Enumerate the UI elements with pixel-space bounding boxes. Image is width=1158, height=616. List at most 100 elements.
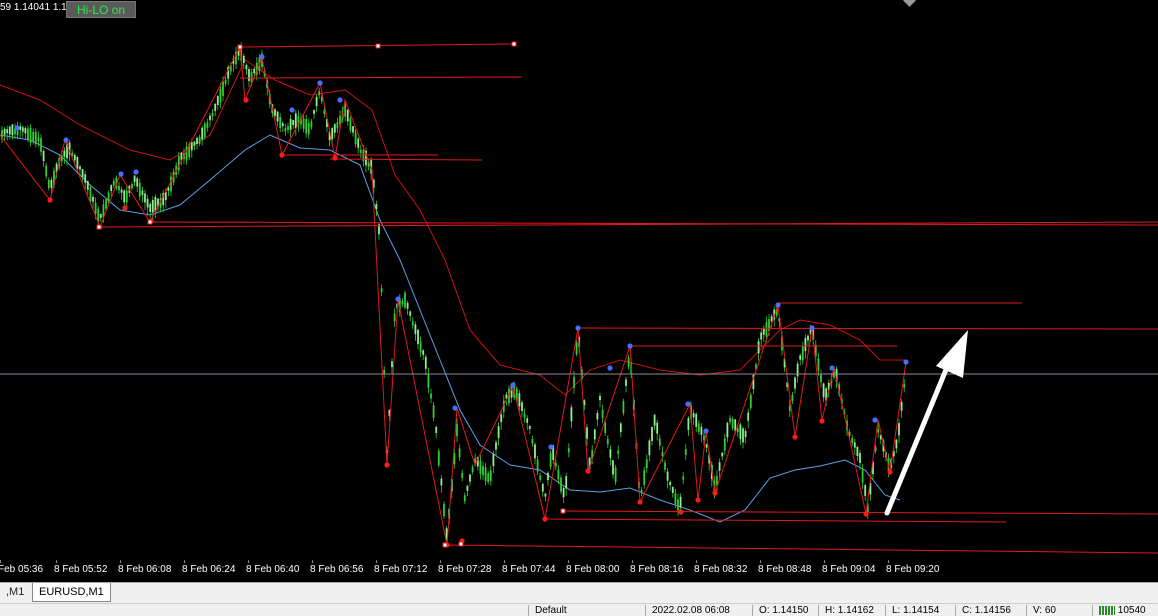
level-anchor-marker bbox=[147, 219, 153, 225]
candle-body bbox=[196, 137, 198, 145]
swing-high-dot bbox=[337, 97, 343, 103]
candle-body bbox=[609, 449, 612, 458]
tab-previous-chart[interactable]: ,M1 bbox=[0, 583, 30, 602]
candle-body bbox=[463, 495, 466, 502]
candle-body bbox=[518, 393, 521, 407]
candle-body bbox=[864, 485, 867, 496]
candle-body bbox=[606, 439, 609, 445]
candle-body bbox=[346, 109, 349, 122]
candle-body bbox=[851, 437, 854, 444]
envelope-line bbox=[0, 59, 905, 396]
candle-body bbox=[669, 481, 672, 486]
candle-body bbox=[859, 452, 861, 464]
candle-body bbox=[21, 127, 24, 132]
candle-body bbox=[651, 427, 653, 441]
candle-body bbox=[817, 358, 820, 371]
candle-body bbox=[804, 337, 807, 352]
swing-high-dot bbox=[775, 302, 781, 308]
swing-low-dot bbox=[332, 155, 338, 161]
candle-body bbox=[614, 467, 617, 483]
hilo-level-line bbox=[444, 544, 1158, 554]
candle-body bbox=[474, 458, 477, 463]
candle-body bbox=[357, 138, 360, 148]
candle-body bbox=[73, 154, 76, 161]
candle-body bbox=[895, 439, 898, 449]
swing-low-dot bbox=[542, 516, 548, 522]
candle-body bbox=[32, 131, 35, 142]
candle-body bbox=[29, 127, 32, 143]
time-tick bbox=[56, 560, 57, 563]
tab-eurusd-m1[interactable]: EURUSD,M1 bbox=[32, 583, 111, 602]
swing-low-dot bbox=[792, 434, 798, 440]
candle-body bbox=[484, 467, 487, 482]
candle-body bbox=[99, 213, 102, 218]
candle-body bbox=[523, 413, 526, 418]
candle-body bbox=[791, 394, 794, 402]
candle-body bbox=[661, 452, 664, 457]
candle-body bbox=[497, 426, 500, 439]
swing-high-dot bbox=[452, 405, 458, 411]
swing-high-dot bbox=[809, 325, 815, 331]
candle-body bbox=[276, 111, 279, 122]
time-tick-label: 8 Feb 08:32 bbox=[694, 564, 748, 575]
candle-body bbox=[409, 311, 412, 316]
candle-body bbox=[788, 405, 791, 412]
status-low: L: 1.14154 bbox=[885, 605, 939, 616]
candle-body bbox=[47, 179, 50, 189]
swing-low-dot bbox=[863, 511, 869, 517]
candle-body bbox=[294, 113, 297, 129]
candle-body bbox=[479, 460, 482, 474]
candle-body bbox=[34, 131, 37, 145]
candle-body bbox=[677, 499, 679, 511]
candle-body bbox=[757, 341, 760, 354]
chart-canvas[interactable] bbox=[0, 0, 1158, 555]
zigzag-line bbox=[0, 45, 907, 546]
candle-body bbox=[310, 121, 313, 128]
swing-high-dot bbox=[259, 54, 265, 60]
candle-body bbox=[549, 453, 552, 467]
candle-body bbox=[333, 124, 336, 133]
price-chart[interactable]: 59 1.14041 1.14 Hi-LO on bbox=[0, 0, 1158, 555]
candle-body bbox=[554, 462, 557, 467]
candle-body bbox=[734, 419, 737, 431]
swing-high-dot bbox=[685, 401, 691, 407]
swing-low-dot bbox=[695, 497, 701, 503]
candle-body bbox=[718, 462, 721, 471]
candle-body bbox=[404, 292, 406, 308]
swing-high-dot bbox=[607, 365, 613, 371]
candle-body bbox=[352, 126, 354, 133]
candle-body bbox=[721, 452, 724, 457]
candle-body bbox=[144, 193, 146, 203]
up-arrow-head-icon bbox=[936, 330, 968, 378]
time-tick-label: 8 Feb 08:00 bbox=[566, 564, 620, 575]
candle-body bbox=[536, 459, 539, 472]
candle-body bbox=[123, 190, 126, 203]
candle-body bbox=[604, 422, 607, 433]
candle-body bbox=[625, 379, 627, 386]
candle-body bbox=[287, 125, 289, 131]
candle-body bbox=[596, 412, 599, 420]
candle-body bbox=[331, 128, 334, 140]
candle-body bbox=[726, 422, 729, 438]
candle-body bbox=[63, 150, 66, 157]
swing-low-dot bbox=[887, 469, 893, 475]
hilo-indicator-badge[interactable]: Hi-LO on bbox=[66, 1, 136, 18]
hilo-level-line bbox=[239, 76, 523, 79]
time-tick bbox=[184, 560, 185, 563]
status-profile[interactable]: Default bbox=[528, 605, 567, 616]
time-tick bbox=[440, 560, 441, 563]
swing-high-dot bbox=[627, 343, 633, 349]
candle-body bbox=[643, 470, 646, 485]
swing-low-dot bbox=[819, 418, 825, 424]
level-anchor-marker bbox=[458, 541, 464, 547]
candle-body bbox=[198, 136, 201, 144]
candle-body bbox=[42, 150, 45, 162]
swing-low-dot bbox=[47, 197, 53, 203]
candle-body bbox=[456, 423, 458, 437]
candle-body bbox=[820, 374, 822, 383]
candle-body bbox=[658, 438, 661, 446]
candle-body bbox=[762, 328, 765, 335]
candle-body bbox=[492, 453, 495, 467]
candle-body bbox=[729, 418, 731, 422]
candle-body bbox=[526, 418, 529, 423]
